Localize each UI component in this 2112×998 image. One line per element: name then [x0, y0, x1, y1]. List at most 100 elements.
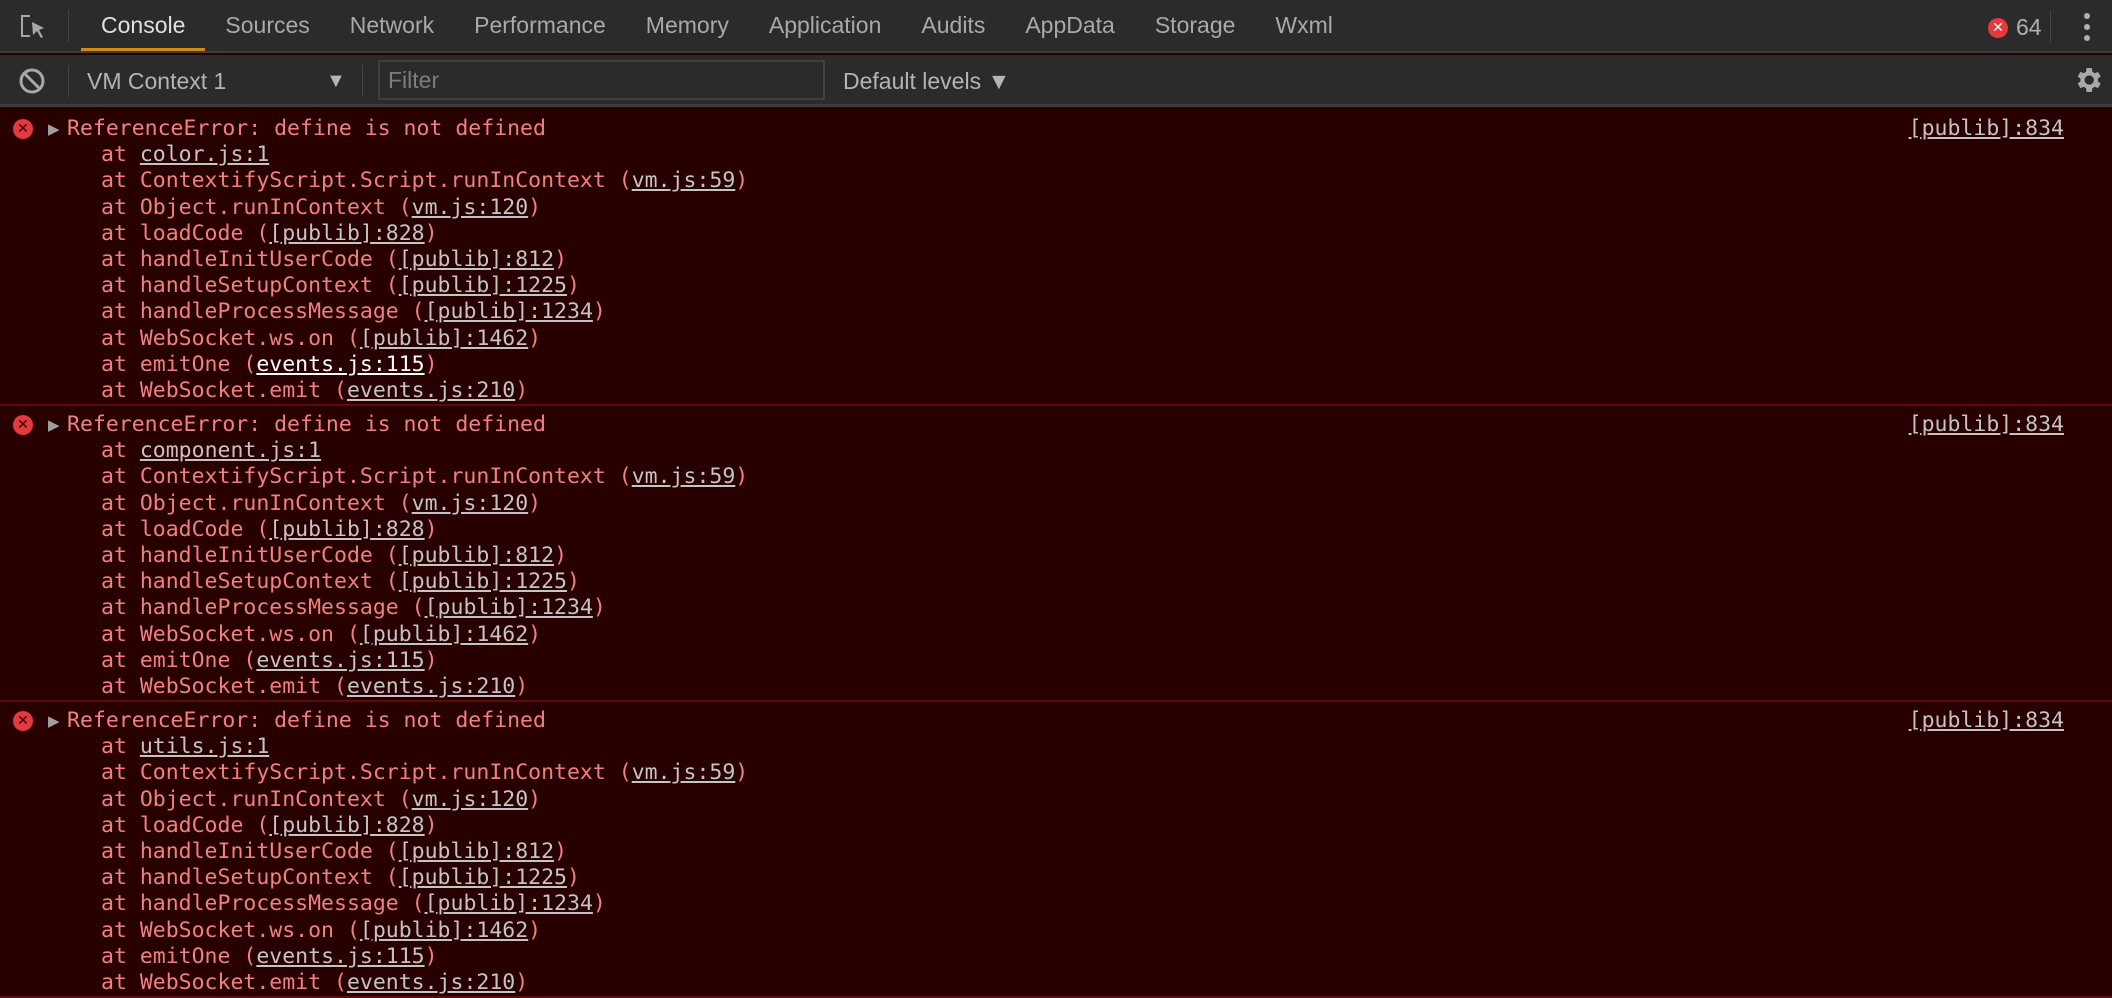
tab-storage[interactable]: Storage: [1135, 0, 1256, 51]
stack-frame-text: at handleProcessMessage (: [101, 299, 425, 325]
stack-frame-text: at loadCode (: [101, 812, 270, 838]
stack-frame-text: ): [567, 865, 580, 891]
source-link[interactable]: component.js:1: [140, 438, 321, 463]
stack-frame: at handleSetupContext ([publib]:1225): [0, 569, 2112, 595]
stack-frame-text: ): [554, 246, 568, 272]
stack-frame: at emitOne (events.js:115): [0, 648, 2112, 674]
source-link[interactable]: vm.js:120: [412, 787, 529, 812]
source-link[interactable]: [publib]:828: [269, 813, 424, 838]
stack-frame-text: at Object.runInContext (: [101, 194, 412, 220]
source-link[interactable]: [publib]:1234: [425, 299, 593, 324]
stack-frame-text: at WebSocket.emit (: [101, 377, 347, 403]
stack-frame: at handleInitUserCode ([publib]:812): [0, 543, 2112, 569]
tab-application[interactable]: Application: [749, 0, 902, 51]
stack-frame: at WebSocket.emit (events.js:210): [0, 378, 2112, 404]
source-link[interactable]: [publib]:1225: [399, 865, 567, 890]
clear-console-icon[interactable]: [18, 67, 46, 95]
stack-frame-text: at: [101, 734, 140, 760]
expand-triangle-icon[interactable]: ▶: [48, 116, 60, 142]
stack-frame: at WebSocket.ws.on ([publib]:1462): [0, 622, 2112, 648]
source-link[interactable]: [publib]:1225: [399, 569, 567, 594]
source-location-link[interactable]: [publib]:834: [1909, 412, 2064, 438]
source-link[interactable]: events.js:210: [347, 970, 515, 995]
source-location-link[interactable]: [publib]:834: [1909, 708, 2064, 734]
stack-frame-text: at loadCode (: [101, 220, 270, 246]
tab-appdata[interactable]: AppData: [1005, 0, 1135, 51]
console-error-entry[interactable]: ✕ ▶ ReferenceError: define is not defined a…: [0, 110, 2112, 406]
stack-frame: at color.js:1: [0, 142, 2112, 168]
error-counter[interactable]: ✕ 64: [1988, 14, 2042, 41]
source-link[interactable]: vm.js:120: [412, 195, 529, 220]
source-link[interactable]: [publib]:1234: [425, 891, 593, 916]
stack-frame-text: ): [528, 325, 542, 351]
source-link[interactable]: vm.js:59: [632, 760, 736, 785]
more-options-icon[interactable]: [2083, 13, 2091, 41]
tab-audits[interactable]: Audits: [901, 0, 1005, 51]
tab-sources[interactable]: Sources: [205, 0, 329, 51]
console-messages: ✕ ▶ ReferenceError: define is not defined a…: [0, 110, 2112, 998]
tab-console[interactable]: Console: [81, 0, 206, 51]
stack-frame-text: at handleInitUserCode (: [101, 542, 399, 568]
source-link[interactable]: color.js:1: [140, 142, 269, 167]
context-selector[interactable]: VM Context 1: [87, 65, 226, 97]
source-link[interactable]: [publib]:1225: [399, 273, 567, 298]
source-link[interactable]: [publib]:1234: [425, 595, 593, 620]
console-error-entry[interactable]: ✕ ▶ ReferenceError: define is not defined a…: [0, 406, 2112, 702]
stack-frame: at emitOne (events.js:115): [0, 352, 2112, 378]
source-link[interactable]: events.js:115: [256, 648, 424, 673]
stack-frame-text: ): [424, 351, 438, 377]
stack-frame-text: at emitOne (: [101, 943, 257, 969]
stack-frame-text: at handleSetupContext (: [101, 273, 399, 299]
divider: [362, 65, 363, 97]
log-levels-dropdown[interactable]: Default levels ▼: [843, 65, 1010, 97]
tab-memory[interactable]: Memory: [626, 0, 749, 51]
stack-frame-text: at emitOne (: [101, 351, 257, 377]
stack-frame-text: at ContextifyScript.Script.runInContext …: [101, 464, 632, 490]
stack-frame: at Object.runInContext (vm.js:120): [0, 787, 2112, 813]
source-link[interactable]: [publib]:1462: [360, 326, 528, 351]
source-link[interactable]: vm.js:59: [632, 168, 736, 193]
source-link[interactable]: events.js:210: [347, 378, 515, 403]
stack-frame: at WebSocket.emit (events.js:210): [0, 674, 2112, 700]
stack-frame: at loadCode ([publib]:828): [0, 813, 2112, 839]
expand-triangle-icon[interactable]: ▶: [48, 412, 60, 438]
stack-frame-text: at WebSocket.ws.on (: [101, 621, 360, 647]
source-link[interactable]: events.js:210: [347, 674, 515, 699]
stack-frame: at handleProcessMessage ([publib]:1234): [0, 595, 2112, 621]
source-link[interactable]: [publib]:812: [399, 543, 554, 568]
stack-frame-text: ): [592, 595, 606, 621]
source-link[interactable]: [publib]:812: [399, 247, 554, 272]
error-count: 64: [2016, 14, 2042, 40]
devtools-tab-bar: Console Sources Network Performance Memory Ap…: [0, 0, 2112, 53]
source-link[interactable]: events.js:115: [256, 944, 424, 969]
source-location-link[interactable]: [publib]:834: [1909, 116, 2064, 142]
source-link[interactable]: [publib]:828: [269, 517, 424, 542]
inspect-element-icon[interactable]: [18, 12, 48, 42]
stack-frame: at ContextifyScript.Script.runInContext …: [0, 168, 2112, 194]
stack-frame-text: at handleSetupContext (: [101, 569, 399, 595]
stack-frame-text: ): [528, 490, 542, 516]
tab-wxml[interactable]: Wxml: [1255, 0, 1352, 51]
gear-icon[interactable]: [2072, 64, 2104, 96]
console-error-entry[interactable]: ✕ ▶ ReferenceError: define is not defined a…: [0, 702, 2112, 998]
source-link[interactable]: vm.js:59: [632, 464, 736, 489]
tab-network[interactable]: Network: [330, 0, 454, 51]
stack-frame-text: ): [424, 647, 438, 673]
chevron-down-icon[interactable]: ▼: [326, 65, 346, 97]
console-toolbar: VM Context 1 ▼ Default levels ▼: [0, 55, 2112, 107]
source-link[interactable]: events.js:115: [256, 352, 424, 377]
stack-frame-text: ): [567, 569, 580, 595]
error-icon: ✕: [13, 119, 33, 139]
source-link[interactable]: utils.js:1: [140, 734, 269, 759]
source-link[interactable]: [publib]:812: [399, 839, 554, 864]
tab-performance[interactable]: Performance: [454, 0, 626, 51]
stack-frame-text: at WebSocket.ws.on (: [101, 917, 360, 943]
source-link[interactable]: vm.js:120: [412, 491, 529, 516]
stack-frame: at ContextifyScript.Script.runInContext …: [0, 464, 2112, 490]
source-link[interactable]: [publib]:1462: [360, 622, 528, 647]
filter-input[interactable]: [378, 60, 825, 100]
expand-triangle-icon[interactable]: ▶: [48, 708, 60, 734]
stack-frame-text: ): [735, 760, 749, 786]
source-link[interactable]: [publib]:1462: [360, 918, 528, 943]
source-link[interactable]: [publib]:828: [269, 221, 424, 246]
